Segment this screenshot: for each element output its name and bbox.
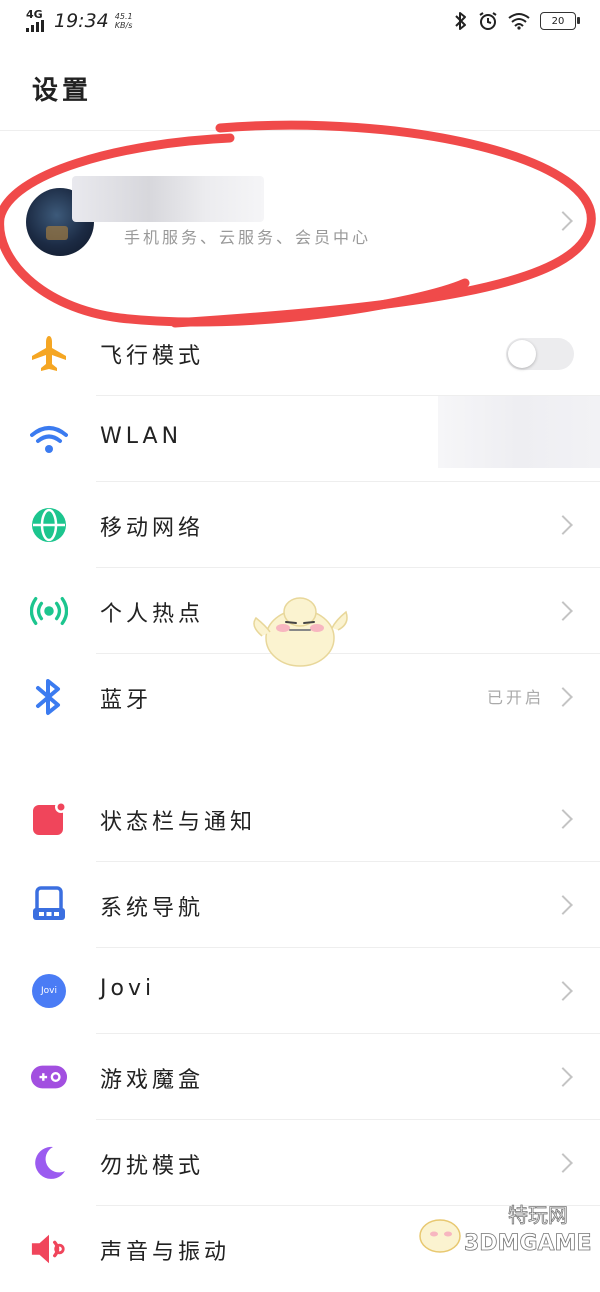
setting-label: 个人热点 — [100, 602, 205, 627]
chevron-right-icon — [553, 515, 573, 535]
chevron-right-icon — [553, 809, 573, 829]
chevron-right-icon — [553, 981, 573, 1001]
globe-icon — [30, 506, 68, 544]
airplane-icon — [30, 334, 68, 372]
speaker-icon — [30, 1230, 68, 1268]
profile-subtitle: 手机服务、云服务、会员中心 — [124, 228, 372, 247]
wifi-icon — [30, 420, 68, 458]
mascot-sticker — [253, 597, 348, 667]
setting-label: 勿扰模式 — [100, 1154, 205, 1179]
account-name-blurred — [72, 176, 264, 222]
setting-label: 系统导航 — [100, 896, 205, 921]
status-bar: 4G 19:34 45.1 KB/s 20 — [0, 0, 600, 44]
navigation-icon — [30, 886, 68, 924]
setting-label: 游戏魔盒 — [100, 1068, 205, 1093]
chevron-right-icon — [553, 601, 573, 621]
setting-do-not-disturb[interactable]: 勿扰模式 — [0, 1120, 600, 1206]
network-type: 4G — [26, 8, 43, 21]
setting-label: 状态栏与通知 — [100, 810, 257, 835]
jovi-icon-text: Jovi — [41, 986, 57, 996]
page-title: 设置 — [32, 76, 93, 106]
watermark-logo: 特玩网 3DMGAME — [419, 1204, 592, 1256]
network-speed: 45.1 KB/s — [114, 12, 133, 30]
alarm-icon — [479, 12, 497, 30]
gamebox-icon — [30, 1058, 68, 1096]
setting-jovi[interactable]: Jovi Jovi — [0, 948, 600, 1034]
svg-text:特玩网: 特玩网 — [508, 1204, 568, 1227]
setting-system-navigation[interactable]: 系统导航 — [0, 862, 600, 948]
svg-text:3DMGAME: 3DMGAME — [464, 1231, 591, 1256]
notification-icon — [30, 800, 68, 838]
chevron-right-icon — [553, 1153, 573, 1173]
setting-airplane-mode[interactable]: 飞行模式 — [0, 310, 600, 396]
wifi-icon — [508, 13, 530, 30]
jovi-icon: Jovi — [30, 972, 68, 1010]
signal-icon — [26, 20, 44, 32]
battery-icon: 20 — [540, 12, 580, 30]
chevron-right-icon — [553, 1067, 573, 1087]
wlan-value-blurred — [438, 396, 600, 468]
chevron-right-icon — [553, 895, 573, 915]
bluetooth-icon — [30, 678, 68, 716]
setting-game-box[interactable]: 游戏魔盒 — [0, 1034, 600, 1120]
bluetooth-icon — [455, 12, 466, 30]
chevron-right-icon — [553, 211, 573, 231]
setting-label: Jovi — [100, 976, 156, 1001]
divider — [0, 130, 600, 131]
clock: 19:34 — [54, 10, 109, 32]
account-profile-card[interactable]: 手机服务、云服务、会员中心 — [0, 160, 600, 280]
hotspot-icon — [30, 592, 68, 630]
bluetooth-status: 已开启 — [486, 688, 544, 707]
setting-label: 声音与振动 — [100, 1240, 231, 1265]
setting-label: 飞行模式 — [100, 344, 205, 369]
setting-label: 移动网络 — [100, 516, 205, 541]
setting-statusbar-notifications[interactable]: 状态栏与通知 — [0, 776, 600, 862]
setting-wlan[interactable]: WLAN — [0, 396, 600, 482]
setting-mobile-network[interactable]: 移动网络 — [0, 482, 600, 568]
moon-icon — [30, 1144, 68, 1182]
airplane-mode-toggle[interactable] — [506, 338, 574, 370]
chevron-right-icon — [553, 687, 573, 707]
setting-label: WLAN — [100, 424, 183, 449]
setting-label: 蓝牙 — [100, 688, 153, 713]
